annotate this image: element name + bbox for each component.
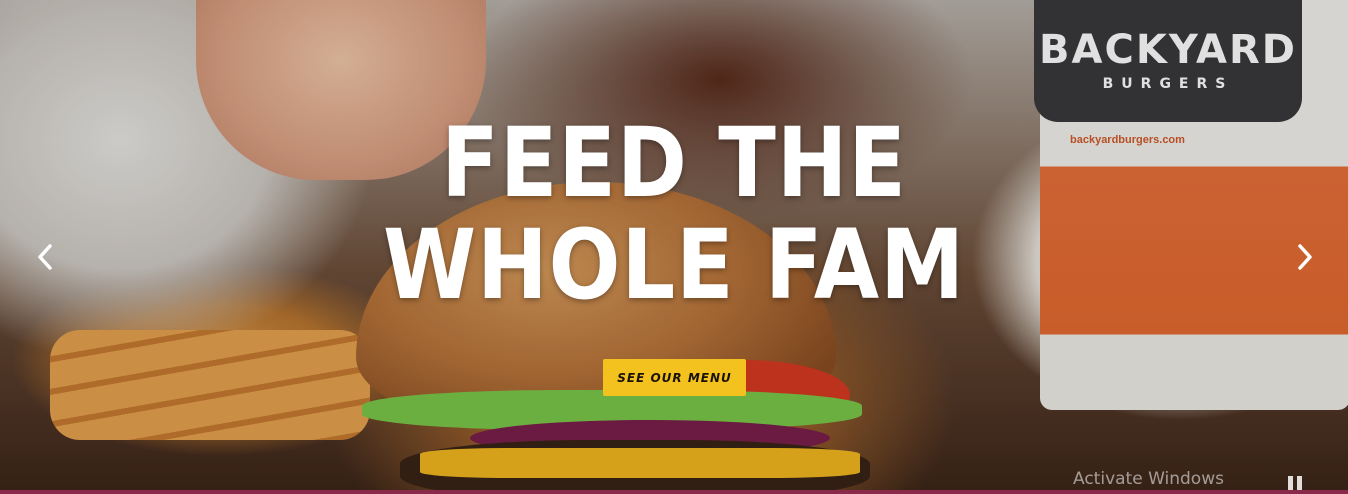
activate-windows-watermark: Activate Windows: [1073, 469, 1224, 489]
carousel-next-button[interactable]: [1290, 240, 1320, 274]
hero-headline: FEED THE WHOLE FAM: [81, 112, 1267, 316]
chevron-right-icon: [1298, 244, 1312, 270]
hero-banner: BACKYARD BURGERS backyardburgers.com FEE…: [0, 0, 1348, 494]
headline-line-2: WHOLE FAM: [382, 209, 966, 321]
chevron-left-icon: [38, 244, 52, 270]
bottom-accent-bar: [0, 490, 1348, 494]
see-our-menu-button[interactable]: SEE OUR MENU: [603, 359, 746, 396]
carousel-prev-button[interactable]: [30, 240, 60, 274]
headline-line-1: FEED THE: [441, 107, 907, 219]
